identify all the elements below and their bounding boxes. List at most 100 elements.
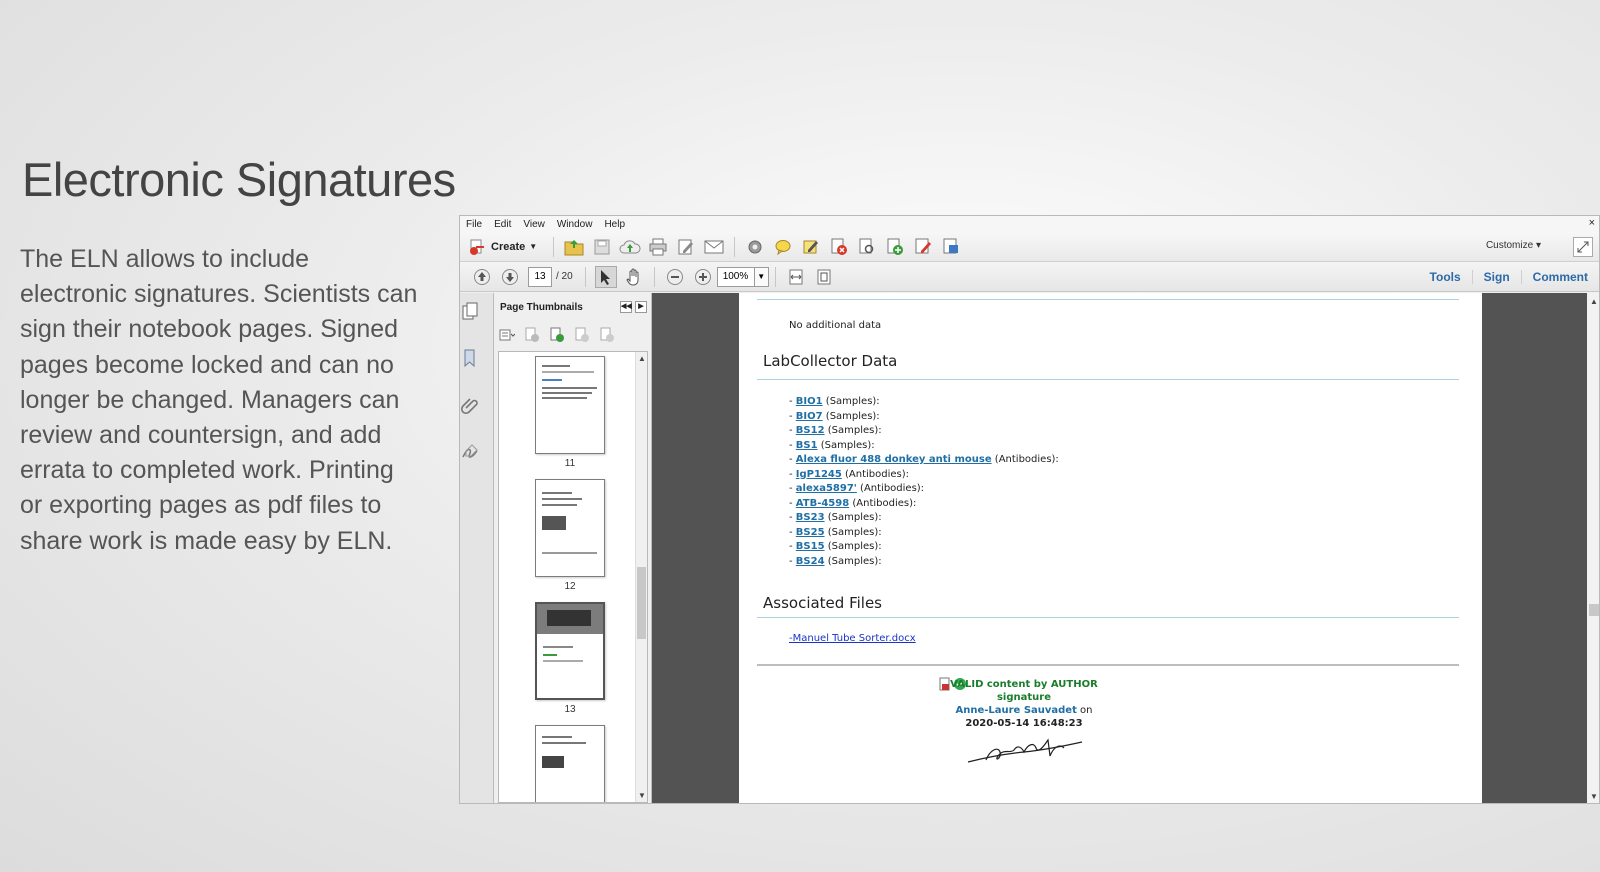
hand-tool-icon[interactable]: [623, 266, 645, 288]
page-thumbnails-icon[interactable]: [460, 301, 480, 321]
next-page-icon[interactable]: [499, 266, 521, 288]
navigation-toolbar: 13 / 20 100% ▼ Tools Sign Comment: [460, 262, 1599, 292]
gear-icon[interactable]: [744, 236, 766, 258]
options-menu-icon[interactable]: [499, 327, 515, 343]
scroll-up-icon[interactable]: ▲: [1587, 297, 1599, 306]
item-link[interactable]: BS1: [796, 440, 818, 451]
item-link[interactable]: ATB-4598: [796, 498, 849, 509]
item-link[interactable]: BS23: [796, 512, 825, 523]
signature-timestamp: 2020-05-14 16:48:23: [965, 718, 1083, 729]
save-icon[interactable]: [591, 236, 613, 258]
create-button[interactable]: Create ▼: [468, 238, 537, 256]
signature-author[interactable]: Anne-Laure Sauvadet: [955, 705, 1076, 716]
file-link[interactable]: -Manuel Tube Sorter.docx: [789, 633, 916, 644]
email-icon[interactable]: [703, 236, 725, 258]
page-thumbnail[interactable]: [535, 479, 605, 577]
toolbar-separator: [734, 236, 736, 257]
thumbnail-scrollbar[interactable]: ▲ ▼: [635, 352, 647, 802]
form-edit-icon[interactable]: [912, 236, 934, 258]
properties-thumb-icon[interactable]: [599, 327, 615, 343]
zoom-in-icon[interactable]: [692, 266, 714, 288]
signature-on: on: [1076, 705, 1093, 716]
previous-page-icon[interactable]: [471, 266, 493, 288]
print-icon[interactable]: [647, 236, 669, 258]
list-item: - BS15 (Samples):: [789, 541, 882, 552]
item-type: (Antibodies):: [860, 483, 925, 494]
item-link[interactable]: alexa5897': [796, 483, 857, 494]
signature-valid-text: VALID content by AUTHOR: [950, 679, 1098, 690]
thumbnails-title: Page Thumbnails: [500, 301, 583, 313]
item-type: (Samples):: [827, 425, 882, 436]
description-text: The ELN allows to include electronic sig…: [20, 245, 418, 555]
item-type: (Samples):: [827, 541, 882, 552]
toolbar-separator: [553, 236, 555, 257]
document-scrollbar[interactable]: ▲ ▼: [1587, 293, 1599, 803]
menu-window[interactable]: Window: [557, 219, 593, 230]
scroll-thumb[interactable]: [637, 567, 646, 639]
menu-help[interactable]: Help: [604, 219, 625, 230]
section-divider: [757, 617, 1459, 618]
zoom-out-icon[interactable]: [664, 266, 686, 288]
fit-width-icon[interactable]: [785, 266, 807, 288]
item-link[interactable]: BIO1: [796, 396, 823, 407]
delete-page-icon[interactable]: [828, 236, 850, 258]
tab-comment[interactable]: Comment: [1520, 270, 1599, 284]
item-link[interactable]: BIO7: [796, 411, 823, 422]
insert-page-icon[interactable]: [884, 236, 906, 258]
list-item: - alexa5897' (Antibodies):: [789, 483, 925, 494]
cloud-upload-icon[interactable]: [619, 236, 641, 258]
main-toolbar: Create ▼ Customize ▾: [460, 232, 1599, 262]
select-tool-icon[interactable]: [594, 265, 617, 288]
menu-file[interactable]: File: [466, 219, 482, 230]
open-folder-icon[interactable]: [563, 236, 585, 258]
customize-dropdown[interactable]: Customize ▾: [1486, 240, 1541, 251]
export-icon[interactable]: [940, 236, 962, 258]
scroll-down-icon[interactable]: ▼: [636, 791, 647, 800]
menu-view[interactable]: View: [523, 219, 545, 230]
item-link[interactable]: BS24: [796, 556, 825, 567]
collapse-panel-icon[interactable]: ◀◀: [620, 301, 632, 313]
item-link[interactable]: BS12: [796, 425, 825, 436]
insert-thumb-icon[interactable]: [549, 327, 565, 343]
page-thumbnail[interactable]: [535, 356, 605, 454]
item-type: (Antibodies):: [852, 497, 917, 509]
comment-bubble-icon[interactable]: [772, 236, 794, 258]
item-link[interactable]: BS15: [796, 541, 825, 552]
no-additional-data-text: No additional data: [789, 320, 882, 331]
scroll-thumb[interactable]: [1589, 604, 1599, 616]
rotate-thumb-icon[interactable]: [574, 327, 590, 343]
fit-page-icon[interactable]: [813, 266, 835, 288]
page-number-input[interactable]: 13: [528, 266, 552, 287]
thumbnail-page-number: 13: [564, 704, 576, 715]
toolbar-separator: [653, 266, 655, 287]
thumbnail-page-number: 11: [564, 458, 576, 469]
list-item: - BS23 (Samples):: [789, 512, 882, 523]
menu-edit[interactable]: Edit: [494, 219, 511, 230]
signature-panel-icon[interactable]: [460, 442, 480, 462]
tab-tools[interactable]: Tools: [1419, 270, 1472, 284]
page-search-icon[interactable]: [856, 236, 878, 258]
bookmark-icon[interactable]: [460, 348, 480, 368]
attachment-icon[interactable]: [460, 395, 480, 415]
tab-sign[interactable]: Sign: [1471, 270, 1521, 284]
close-icon[interactable]: ×: [1589, 217, 1595, 229]
item-type: (Antibodies):: [845, 468, 910, 480]
highlight-icon[interactable]: [800, 236, 822, 258]
zoom-level-input[interactable]: 100%: [716, 266, 755, 287]
page-thumbnail[interactable]: [535, 725, 605, 802]
scroll-up-icon[interactable]: ▲: [636, 354, 647, 363]
handwritten-signature: [967, 738, 1083, 763]
item-link[interactable]: IgP1245: [796, 469, 842, 480]
list-item: - BIO1 (Samples):: [789, 396, 880, 407]
item-type: (Samples):: [825, 410, 880, 422]
scroll-down-icon[interactable]: ▼: [1587, 792, 1599, 801]
expand-icon[interactable]: [1573, 237, 1593, 257]
linked-items-list: - BIO1 (Samples): - BIO7 (Samples): - BS12…: [789, 395, 1059, 569]
item-link[interactable]: BS25: [796, 527, 825, 538]
edit-document-icon[interactable]: [675, 236, 697, 258]
panel-arrow-icon[interactable]: ▶: [635, 301, 647, 313]
item-link[interactable]: Alexa fluor 488 donkey anti mouse: [796, 454, 992, 465]
page-thumbnail-current[interactable]: [535, 602, 605, 700]
delete-thumb-icon[interactable]: [524, 327, 540, 343]
zoom-dropdown-chevron-icon[interactable]: ▼: [754, 266, 769, 287]
